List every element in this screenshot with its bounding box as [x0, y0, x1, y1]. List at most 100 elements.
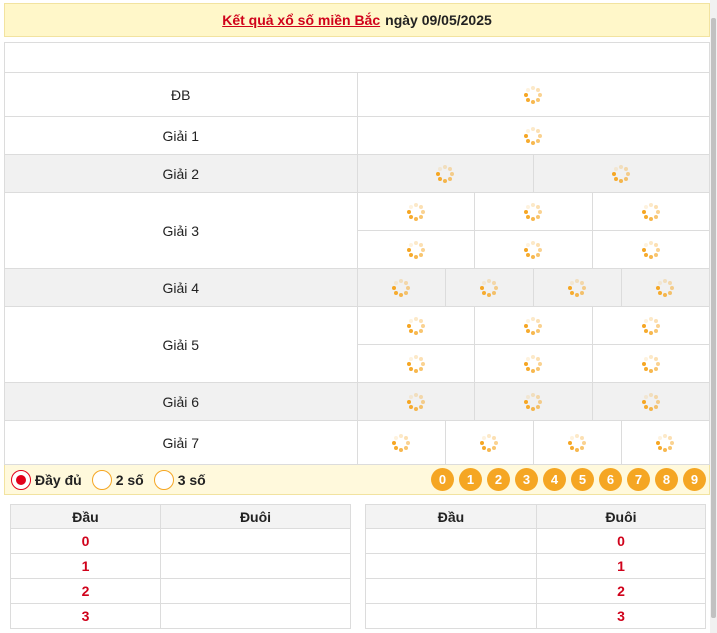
loading-spinner-icon	[406, 354, 425, 373]
loading-spinner-icon	[480, 278, 499, 297]
loading-spinner-icon	[612, 164, 631, 183]
loading-spinner-icon	[641, 316, 660, 335]
loading-spinner-icon	[524, 392, 543, 411]
prize-number-cell	[591, 231, 710, 268]
duoi-values	[160, 553, 351, 579]
prize-number-cell	[474, 193, 592, 230]
display-option-radio[interactable]: 2 số	[91, 469, 144, 490]
digit-filter-button[interactable]: 0	[431, 468, 454, 491]
prize-label: Giải 6	[4, 382, 358, 421]
loading-spinner-icon	[436, 164, 455, 183]
loading-spinner-icon	[656, 278, 675, 297]
loading-spinner-icon	[641, 202, 660, 221]
prize-numbers	[356, 306, 710, 345]
prize-number-cell	[444, 421, 533, 464]
prize-row: Giải 6	[4, 382, 710, 421]
loading-spinner-icon	[656, 433, 675, 452]
digit-filter-button[interactable]: 4	[543, 468, 566, 491]
prize-number-cell	[591, 345, 710, 382]
prize-row: Giải 1	[4, 116, 710, 155]
prize-number-cell	[532, 155, 709, 192]
prize-numbers	[356, 154, 710, 193]
prize-number-cell	[591, 383, 710, 420]
dau-values	[365, 553, 537, 579]
prize-numbers	[356, 268, 710, 307]
loading-spinner-icon	[641, 354, 660, 373]
display-option-radio[interactable]: Đầy đủ	[11, 469, 82, 490]
prize-numbers	[356, 192, 710, 231]
scroll-thumb[interactable]	[711, 18, 716, 618]
loading-spinner-icon	[392, 278, 411, 297]
dau-duoi-table-left: Đầu Đuôi 0 1 2 3	[10, 504, 351, 629]
duoi-header: Đuôi	[536, 504, 706, 529]
dau-duoi-table-right: Đầu Đuôi 0 1 2 3	[365, 504, 706, 629]
loading-spinner-icon	[406, 240, 425, 259]
prize-row: ĐB	[4, 72, 710, 117]
table-row: 0	[10, 528, 351, 554]
radio-checked-icon[interactable]	[11, 469, 31, 490]
dau-header: Đầu	[10, 504, 161, 529]
prize-label: Giải 3	[4, 192, 358, 269]
prize-numbers	[356, 72, 710, 117]
prize-numbers	[356, 344, 710, 383]
prize-label: ĐB	[4, 72, 358, 117]
prize-label: Giải 5	[4, 306, 358, 383]
digit-filter-button[interactable]: 6	[599, 468, 622, 491]
radio-unchecked-icon[interactable]	[91, 469, 112, 490]
loading-spinner-icon	[480, 433, 499, 452]
prize-number-cell	[474, 307, 592, 344]
dau-digit: 0	[10, 528, 161, 554]
prize-number-cell	[358, 193, 475, 230]
digit-filter-button[interactable]: 5	[571, 468, 594, 491]
duoi-digit: 2	[536, 578, 706, 604]
prize-number-cell	[532, 269, 621, 306]
prize-number-cell	[532, 421, 621, 464]
prize-number-cell	[591, 193, 710, 230]
loading-spinner-icon	[392, 433, 411, 452]
results-container: Kết quả xổ số miền Bắc ngày 09/05/2025 Đ…	[4, 3, 710, 495]
digit-filter-button[interactable]: 7	[627, 468, 650, 491]
digit-filter-button[interactable]: 3	[515, 468, 538, 491]
loading-spinner-icon	[524, 202, 543, 221]
prize-numbers	[356, 116, 710, 155]
results-date: ngày 09/05/2025	[385, 12, 492, 28]
prize-row: Giải 4	[4, 268, 710, 307]
table-row: 2	[365, 578, 706, 604]
dau-digit: 2	[10, 578, 161, 604]
table-row: 3	[365, 603, 706, 629]
prize-number-cell	[358, 231, 475, 268]
display-option-radio[interactable]: 3 số	[153, 469, 206, 490]
prize-number-cell	[358, 345, 475, 382]
prize-label: Giải 2	[4, 154, 358, 193]
loading-spinner-icon	[524, 85, 543, 104]
radio-unchecked-icon[interactable]	[153, 469, 174, 490]
prize-row: Giải 2	[4, 154, 710, 193]
prize-row: Giải 5	[4, 306, 710, 383]
prize-number-cell	[358, 73, 710, 116]
prize-row: Giải 3	[4, 192, 710, 269]
duoi-values	[160, 603, 351, 629]
duoi-values	[160, 528, 351, 554]
results-title-link[interactable]: Kết quả xổ số miền Bắc	[222, 12, 380, 28]
table-row: 1	[10, 553, 351, 579]
dau-digit: 3	[10, 603, 161, 629]
digit-filter-button[interactable]: 8	[655, 468, 678, 491]
dau-duoi-area: Đầu Đuôi 0 1 2 3 Đầu Đuôi 0 1 2 3	[10, 504, 706, 629]
prize-number-cell	[358, 383, 475, 420]
loading-spinner-icon	[641, 240, 660, 259]
prize-number-cell	[620, 269, 709, 306]
prize-label: Giải 7	[4, 420, 358, 465]
loading-spinner-icon	[524, 240, 543, 259]
results-table: ĐB Giải 1 Giải 2 Giải 3 Giải 4 Giải 5 Giải 6 Gi…	[4, 42, 710, 465]
table-row: 1	[365, 553, 706, 579]
loading-spinner-icon	[406, 202, 425, 221]
prize-row: Giải 7	[4, 420, 710, 465]
digit-filter-button[interactable]: 9	[683, 468, 706, 491]
table-row: 0	[365, 528, 706, 554]
loading-spinner-icon	[568, 278, 587, 297]
page-scrollbar[interactable]	[710, 0, 717, 633]
digit-filter-button[interactable]: 2	[487, 468, 510, 491]
display-option-label: Đầy đủ	[35, 471, 82, 488]
digit-filter-button[interactable]: 1	[459, 468, 482, 491]
loading-spinner-icon	[524, 316, 543, 335]
